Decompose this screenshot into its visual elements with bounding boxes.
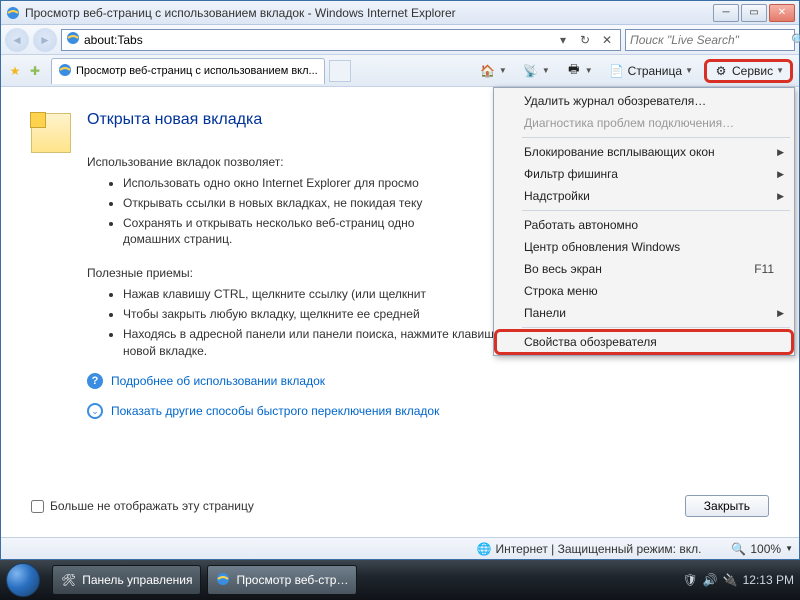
- menu-delete-history[interactable]: Удалить журнал обозревателя…: [496, 90, 792, 112]
- clock[interactable]: 12:13 PM: [743, 573, 794, 587]
- zoom-icon: 🔍: [731, 542, 746, 556]
- ie-window: Просмотр веб-страниц с использованием вк…: [0, 0, 800, 560]
- page-icon: 📄: [609, 63, 625, 79]
- close-button[interactable]: ✕: [769, 4, 795, 22]
- show-more-link[interactable]: Показать другие способы быстрого переклю…: [111, 404, 439, 418]
- address-input[interactable]: [84, 33, 550, 47]
- new-tab-button[interactable]: [329, 60, 351, 82]
- tools-button[interactable]: ⚙Сервис▼: [704, 59, 793, 83]
- forward-button[interactable]: ►: [33, 28, 57, 52]
- refresh-icon[interactable]: ↻: [576, 31, 594, 49]
- page-footer: Больше не отображать эту страницу Закрыт…: [31, 495, 769, 517]
- menu-windows-update[interactable]: Центр обновления Windows: [496, 236, 792, 258]
- zoom-control[interactable]: 🔍 100% ▼: [731, 542, 793, 556]
- search-input[interactable]: [630, 33, 787, 47]
- favorites-star-icon[interactable]: ★: [5, 61, 25, 81]
- home-button[interactable]: 🏠▼: [475, 59, 512, 83]
- menu-popup-blocker[interactable]: Блокирование всплывающих окон▶: [496, 141, 792, 163]
- start-button[interactable]: [0, 560, 46, 600]
- menu-manage-addons[interactable]: Надстройки▶: [496, 185, 792, 207]
- window-buttons: ─ ▭ ✕: [713, 4, 795, 22]
- zoom-label: 100%: [750, 542, 781, 556]
- control-panel-icon: 🛠: [61, 573, 76, 587]
- print-button[interactable]: 🖶▼: [561, 59, 598, 83]
- expand-link-row: ⌄ Показать другие способы быстрого перек…: [87, 403, 769, 419]
- menu-internet-options[interactable]: Свойства обозревателя: [496, 331, 792, 353]
- tray-icon[interactable]: 🛡: [683, 573, 697, 587]
- submenu-arrow-icon: ▶: [777, 147, 784, 158]
- menu-work-offline[interactable]: Работать автономно: [496, 214, 792, 236]
- status-bar: 🌐 Интернет | Защищенный режим: вкл. 🔍 10…: [1, 537, 799, 559]
- submenu-arrow-icon: ▶: [777, 169, 784, 180]
- rss-icon: 📡: [523, 63, 539, 79]
- command-right: 🏠▼ 📡▼ 🖶▼ 📄Страница▼ ⚙Сервис▼: [475, 59, 795, 83]
- page-icon: [66, 31, 80, 48]
- checkbox-label: Больше не отображать эту страницу: [50, 499, 254, 513]
- back-button[interactable]: ◄: [5, 28, 29, 52]
- navigation-bar: ◄ ► ▾ ↻ ✕ 🔍: [1, 25, 799, 55]
- zone-label: Интернет | Защищенный режим: вкл.: [495, 542, 701, 556]
- page-button[interactable]: 📄Страница▼: [604, 59, 698, 83]
- windows-orb-icon: [6, 563, 40, 597]
- taskbar-item-label: Просмотр веб-стр…: [236, 573, 348, 587]
- dont-show-checkbox[interactable]: Больше не отображать эту страницу: [31, 499, 254, 513]
- print-icon: 🖶: [566, 63, 582, 79]
- menu-phishing-filter[interactable]: Фильтр фишинга▶: [496, 163, 792, 185]
- menu-menubar[interactable]: Строка меню: [496, 280, 792, 302]
- search-icon[interactable]: 🔍: [791, 33, 800, 47]
- tab-favicon: [58, 63, 72, 80]
- add-favorites-icon[interactable]: ✚: [25, 61, 45, 81]
- learn-more-link[interactable]: Подробнее об использовании вкладок: [111, 374, 325, 388]
- newtab-icon: [31, 113, 71, 153]
- tools-menu: Удалить журнал обозревателя… Диагностика…: [493, 87, 795, 356]
- menu-separator: [522, 137, 790, 138]
- gear-icon: ⚙: [713, 63, 729, 79]
- checkbox-input[interactable]: [31, 500, 44, 513]
- feeds-button[interactable]: 📡▼: [518, 59, 555, 83]
- browser-tab[interactable]: Просмотр веб-страниц с использованием вк…: [51, 58, 325, 84]
- search-box[interactable]: 🔍: [625, 29, 795, 51]
- menu-toolbars[interactable]: Панели▶: [496, 302, 792, 324]
- ie-icon: [5, 5, 21, 21]
- menu-fullscreen[interactable]: Во весь экранF11: [496, 258, 792, 280]
- titlebar: Просмотр веб-страниц с использованием вк…: [1, 1, 799, 25]
- tray-icon[interactable]: 🔌: [723, 573, 737, 587]
- minimize-button[interactable]: ─: [713, 4, 739, 22]
- menu-separator: [522, 210, 790, 211]
- window-title: Просмотр веб-страниц с использованием вк…: [25, 6, 713, 20]
- close-page-button[interactable]: Закрыть: [685, 495, 769, 517]
- command-bar: ★ ✚ Просмотр веб-страниц с использование…: [1, 55, 799, 87]
- submenu-arrow-icon: ▶: [777, 191, 784, 202]
- page-button-label: Страница: [628, 64, 682, 78]
- ie-icon: [216, 572, 230, 589]
- shortcut-label: F11: [754, 262, 774, 276]
- help-icon: ?: [87, 373, 103, 389]
- taskbar-item[interactable]: 🛠 Панель управления: [52, 565, 201, 595]
- home-icon: 🏠: [480, 63, 496, 79]
- zoom-dropdown-icon[interactable]: ▼: [785, 544, 793, 553]
- taskbar-item-label: Панель управления: [82, 573, 192, 587]
- address-bar[interactable]: ▾ ↻ ✕: [61, 29, 621, 51]
- menu-diagnose-connection[interactable]: Диагностика проблем подключения…: [496, 112, 792, 134]
- security-zone[interactable]: 🌐 Интернет | Защищенный режим: вкл.: [477, 542, 702, 556]
- submenu-arrow-icon: ▶: [777, 308, 784, 319]
- chevron-down-icon: ⌄: [87, 403, 103, 419]
- menu-separator: [522, 327, 790, 328]
- tab-label: Просмотр веб-страниц с использованием вк…: [76, 65, 318, 77]
- taskbar-item[interactable]: Просмотр веб-стр…: [207, 565, 357, 595]
- system-tray: 🛡 🔊 🔌 12:13 PM: [683, 573, 794, 587]
- address-dropdown-icon[interactable]: ▾: [554, 31, 572, 49]
- maximize-button[interactable]: ▭: [741, 4, 767, 22]
- tray-icon[interactable]: 🔊: [703, 573, 717, 587]
- globe-icon: 🌐: [477, 542, 492, 556]
- taskbar: 🛠 Панель управления Просмотр веб-стр… 🛡 …: [0, 560, 800, 600]
- tools-button-label: Сервис: [732, 64, 773, 78]
- stop-icon[interactable]: ✕: [598, 31, 616, 49]
- help-link-row: ? Подробнее об использовании вкладок: [87, 373, 769, 389]
